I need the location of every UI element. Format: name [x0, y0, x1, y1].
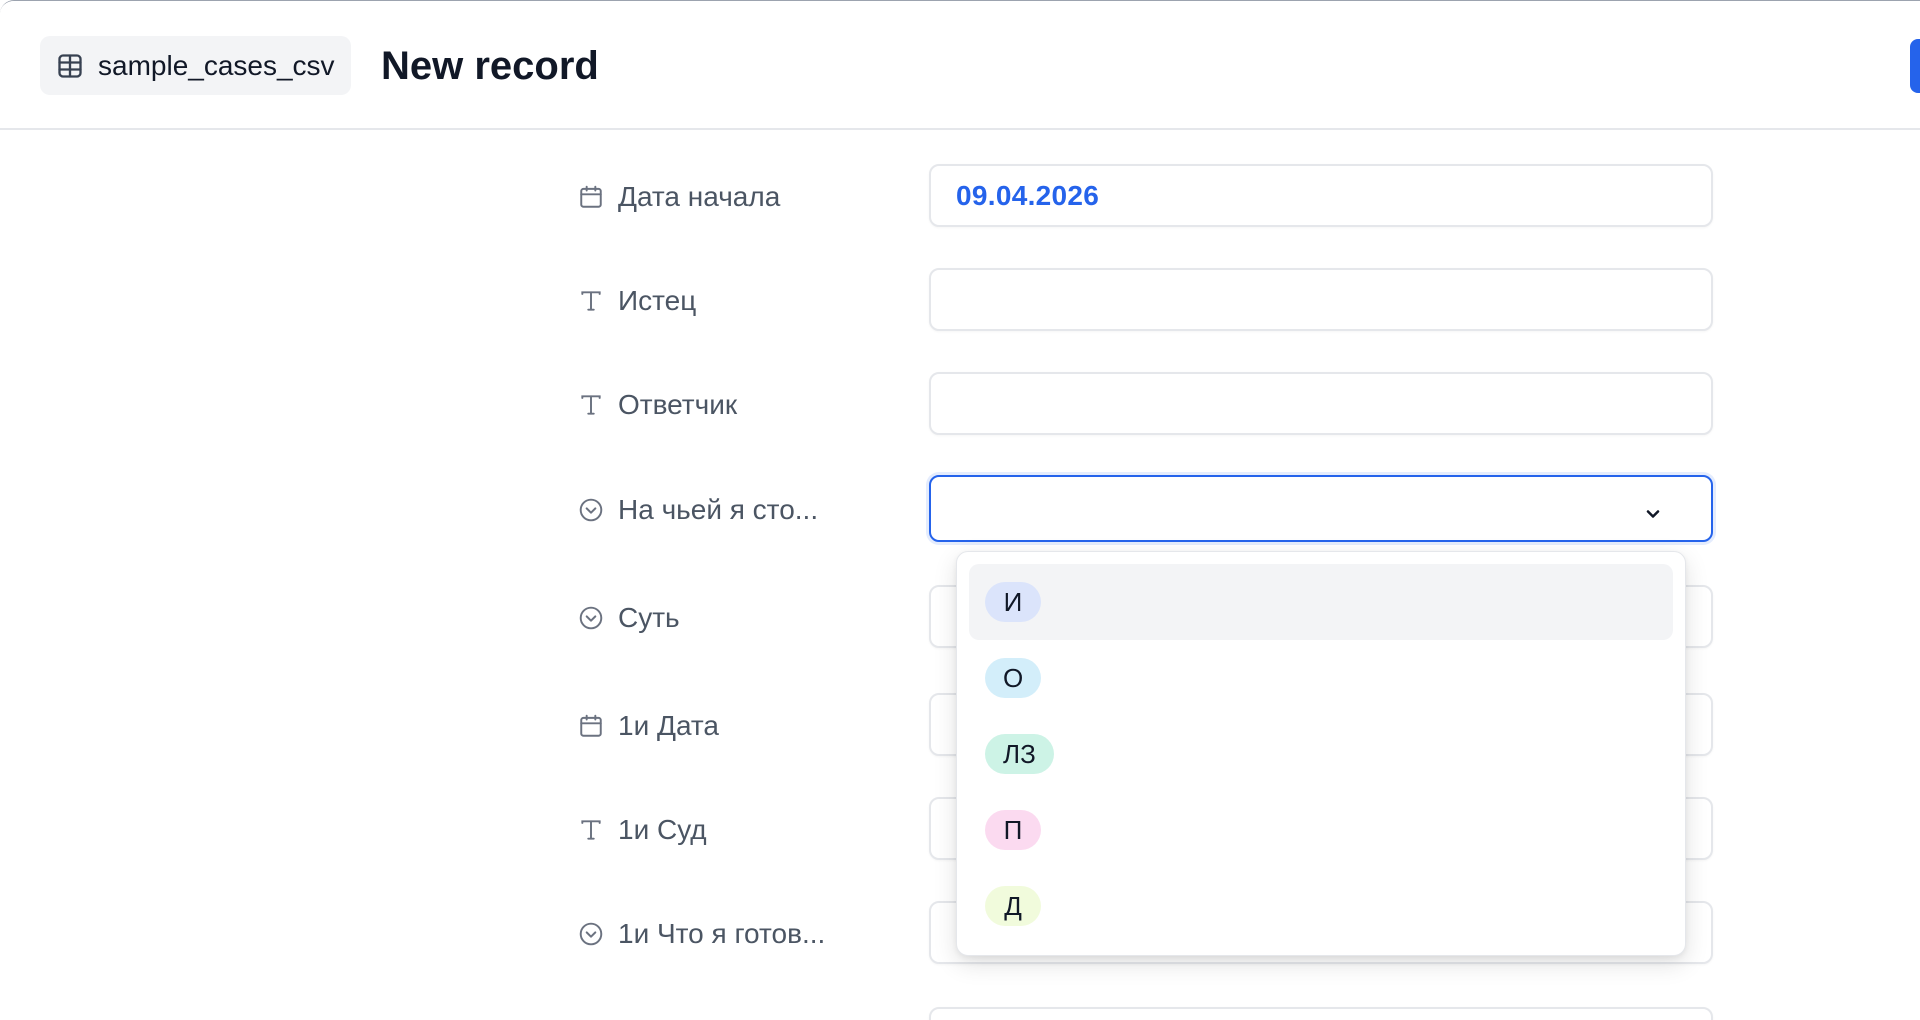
option-pill: Д	[985, 886, 1041, 926]
text-type-icon	[578, 392, 604, 418]
option-pill: П	[985, 810, 1041, 850]
table-chip[interactable]: sample_cases_csv	[40, 36, 351, 95]
start-date-input[interactable]: 09.04.2026	[929, 164, 1713, 227]
calendar-icon	[578, 713, 604, 739]
table-name: sample_cases_csv	[98, 49, 335, 81]
option-item[interactable]: О	[969, 640, 1673, 716]
side-select[interactable]	[929, 475, 1713, 542]
option-pill: И	[985, 582, 1041, 622]
field-label: На чьей я сто...	[578, 494, 818, 526]
select-options-dropdown: И О ЛЗ П Д	[956, 551, 1686, 956]
text-type-icon	[578, 288, 604, 314]
select-circle-icon	[578, 497, 604, 523]
option-pill: О	[985, 658, 1042, 698]
field-label: Ответчик	[578, 389, 737, 421]
header-bar: sample_cases_csv New record	[0, 1, 1920, 130]
option-item[interactable]: И	[969, 564, 1673, 640]
select-circle-icon	[578, 605, 604, 631]
select-circle-icon	[578, 921, 604, 947]
option-item[interactable]: ЛЗ	[969, 716, 1673, 792]
option-item[interactable]: Д	[969, 868, 1673, 944]
field-label: 1и Дата	[578, 710, 719, 742]
field-label: Суть	[578, 602, 680, 634]
record-window: sample_cases_csv New record Дата начала …	[0, 0, 1920, 1020]
field-label: Истец	[578, 285, 696, 317]
next-field-input[interactable]	[929, 1007, 1713, 1020]
field-label: 1и Суд	[578, 814, 707, 846]
text-type-icon	[578, 817, 604, 843]
chevron-down-icon[interactable]	[1643, 499, 1663, 531]
option-item[interactable]: П	[969, 792, 1673, 868]
field-label: Дата начала	[578, 181, 780, 213]
page-title: New record	[381, 44, 599, 88]
calendar-icon	[578, 184, 604, 210]
option-pill: ЛЗ	[985, 734, 1054, 774]
field-label: 1и Что я готов...	[578, 918, 825, 950]
plaintiff-input[interactable]	[929, 268, 1713, 331]
table-grid-icon	[56, 52, 84, 80]
save-button[interactable]	[1910, 39, 1920, 93]
defendant-input[interactable]	[929, 372, 1713, 435]
